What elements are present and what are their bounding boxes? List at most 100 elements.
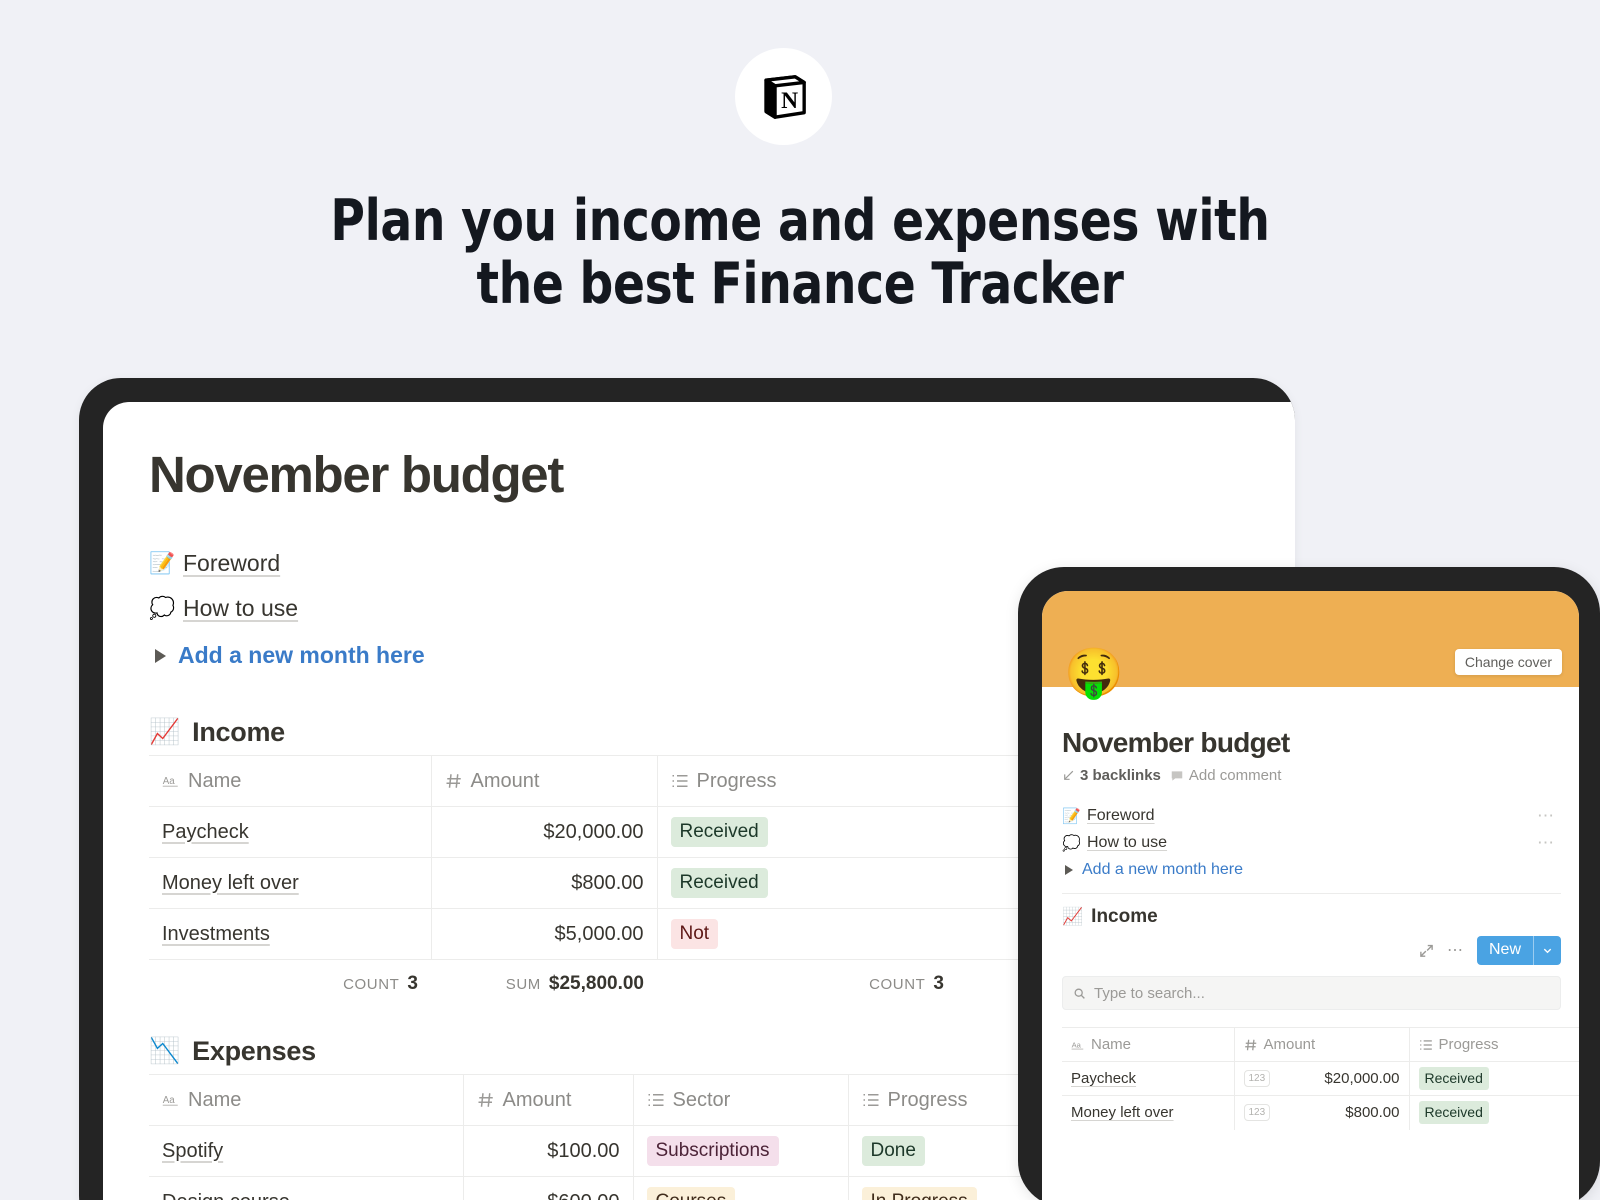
number-badge: 123 bbox=[1243, 1070, 1271, 1087]
headline-line-1: Plan you income and expenses with bbox=[330, 188, 1270, 254]
divider bbox=[1062, 893, 1561, 894]
column-header-label: Amount bbox=[502, 1088, 572, 1111]
new-button[interactable]: New bbox=[1476, 936, 1561, 965]
income-database-title: Income bbox=[1091, 906, 1158, 927]
column-header-amount[interactable]: Amount bbox=[463, 1074, 634, 1126]
phone-database-toolbar: ⋯ New bbox=[1062, 936, 1561, 965]
chart-decreasing-emoji: 📉 bbox=[149, 1036, 181, 1065]
more-options-icon[interactable]: ⋯ bbox=[1537, 834, 1561, 851]
rollup-count[interactable]: COUNT 3 bbox=[149, 973, 431, 995]
title-property-icon: Aa bbox=[162, 776, 178, 787]
phone-page-link-foreword[interactable]: 📝 Foreword ⋯ bbox=[1062, 807, 1561, 825]
chart-increasing-emoji: 📈 bbox=[149, 717, 181, 746]
toggle-label: Add a new month here bbox=[178, 642, 425, 668]
status-badge: Received bbox=[1418, 1067, 1489, 1090]
thought-balloon-emoji: 💭 bbox=[1062, 834, 1081, 852]
select-property-icon bbox=[672, 775, 687, 787]
toggle-label: Add a new month here bbox=[1082, 861, 1243, 878]
phone-page-meta: 3 backlinks Add comment bbox=[1062, 767, 1561, 784]
triangle-right-icon[interactable] bbox=[1065, 865, 1073, 875]
triangle-right-icon[interactable] bbox=[155, 648, 166, 663]
expand-icon[interactable] bbox=[1419, 943, 1434, 958]
rollup-count-2[interactable]: COUNT 3 bbox=[657, 973, 957, 995]
row-amount[interactable]: $20,000.00 bbox=[431, 806, 658, 858]
row-name: Investments bbox=[162, 922, 270, 945]
headline-line-2: the best Finance Tracker bbox=[476, 251, 1124, 317]
column-header-label: Progress bbox=[887, 1088, 968, 1111]
column-header-sector[interactable]: Sector bbox=[633, 1074, 849, 1126]
money-mouth-face-emoji[interactable]: 🤑 bbox=[1064, 649, 1124, 697]
table-row[interactable]: Paycheck 123 $20,000.00 Received bbox=[1062, 1061, 1579, 1096]
row-name: Money left over bbox=[1071, 1104, 1174, 1122]
change-cover-button[interactable]: Change cover bbox=[1454, 649, 1562, 675]
more-options-icon[interactable]: ⋯ bbox=[1447, 942, 1464, 958]
number-badge: 123 bbox=[1243, 1104, 1271, 1122]
more-options-icon[interactable]: ⋯ bbox=[1537, 807, 1561, 824]
svg-text:N: N bbox=[781, 88, 798, 114]
row-name: Design course bbox=[162, 1191, 290, 1200]
row-amount[interactable]: $600.00 bbox=[463, 1176, 634, 1200]
svg-text:Aa: Aa bbox=[1072, 1040, 1082, 1049]
hero-headline: Plan you income and expenses with the be… bbox=[64, 190, 1536, 316]
table-row[interactable]: Money left over 123 $800.00 Received bbox=[1062, 1095, 1579, 1130]
select-property-icon bbox=[1419, 1039, 1432, 1050]
column-header-amount[interactable]: Amount bbox=[1234, 1027, 1410, 1062]
column-header-progress[interactable]: Progress bbox=[1409, 1027, 1579, 1062]
rollup-sum[interactable]: SUM $25,800.00 bbox=[431, 973, 657, 995]
page-title: November budget bbox=[149, 446, 564, 503]
page-link-label: Foreword bbox=[183, 550, 281, 576]
notion-logo: N bbox=[735, 48, 832, 145]
phone-page-link-how-to-use[interactable]: 💭 How to use ⋯ bbox=[1062, 834, 1561, 852]
row-amount[interactable]: $800.00 bbox=[431, 857, 658, 909]
add-comment-button[interactable]: Add comment bbox=[1170, 767, 1281, 784]
column-header-name[interactable]: Aa Name bbox=[149, 1074, 464, 1126]
column-header-label: Amount bbox=[1263, 1036, 1316, 1053]
row-name: Spotify bbox=[162, 1139, 224, 1162]
status-badge: Received bbox=[1418, 1101, 1489, 1125]
phone-screen: Change cover 🤑 November budget 3 backlin… bbox=[1042, 591, 1579, 1200]
svg-text:Aa: Aa bbox=[163, 776, 176, 787]
row-amount[interactable]: $100.00 bbox=[463, 1125, 634, 1177]
sector-badge: Subscriptions bbox=[646, 1136, 779, 1166]
phone-toggle-add-a-new-month[interactable]: Add a new month here bbox=[1062, 861, 1561, 879]
phone-page-title: November budget bbox=[1062, 727, 1290, 758]
table-header-row: Aa Name Amount bbox=[1062, 1027, 1579, 1062]
search-icon bbox=[1074, 988, 1085, 999]
sector-badge: Courses bbox=[646, 1187, 736, 1200]
number-property-icon bbox=[478, 1093, 493, 1107]
search-input[interactable]: Type to search... bbox=[1062, 976, 1561, 1010]
column-header-label: Name bbox=[188, 1088, 242, 1111]
thought-balloon-emoji: 💭 bbox=[149, 596, 176, 620]
page-link-label: How to use bbox=[183, 595, 299, 621]
number-property-icon bbox=[446, 774, 461, 788]
row-name: Paycheck bbox=[162, 820, 249, 843]
status-badge: Received bbox=[670, 868, 768, 898]
promo-page: N Plan you income and expenses with the … bbox=[0, 0, 1600, 1200]
column-header-label: Name bbox=[1091, 1036, 1132, 1053]
column-header-name[interactable]: Aa Name bbox=[1062, 1027, 1235, 1062]
phone-device-frame: Change cover 🤑 November budget 3 backlin… bbox=[1018, 567, 1600, 1200]
column-header-name[interactable]: Aa Name bbox=[149, 755, 432, 807]
chart-increasing-emoji: 📈 bbox=[1062, 907, 1084, 927]
status-badge: Done bbox=[861, 1136, 925, 1166]
column-header-label: Amount bbox=[470, 769, 540, 792]
status-badge: In Progress bbox=[861, 1187, 977, 1200]
phone-income-table: Aa Name Amount Progress Paycheck 123 $20… bbox=[1062, 1027, 1579, 1130]
chevron-down-icon[interactable] bbox=[1534, 936, 1561, 965]
backlinks-button[interactable]: 3 backlinks bbox=[1062, 767, 1161, 784]
select-property-icon bbox=[863, 1094, 878, 1106]
column-header-amount[interactable]: Amount bbox=[431, 755, 658, 807]
row-name: Money left over bbox=[162, 871, 299, 894]
expenses-database-title: Expenses bbox=[192, 1035, 316, 1066]
memo-emoji: 📝 bbox=[149, 551, 176, 575]
title-property-icon: Aa bbox=[162, 1095, 178, 1106]
status-badge: Not bbox=[670, 919, 719, 949]
comment-icon bbox=[1171, 770, 1183, 781]
row-amount[interactable]: $5,000.00 bbox=[431, 908, 658, 960]
svg-text:Aa: Aa bbox=[163, 1095, 176, 1106]
backlinks-label: 3 backlinks bbox=[1080, 767, 1161, 784]
number-property-icon bbox=[1244, 1039, 1256, 1050]
notion-logo-icon: N bbox=[763, 74, 806, 119]
new-button-label: New bbox=[1488, 941, 1521, 958]
column-header-label: Name bbox=[188, 769, 242, 792]
